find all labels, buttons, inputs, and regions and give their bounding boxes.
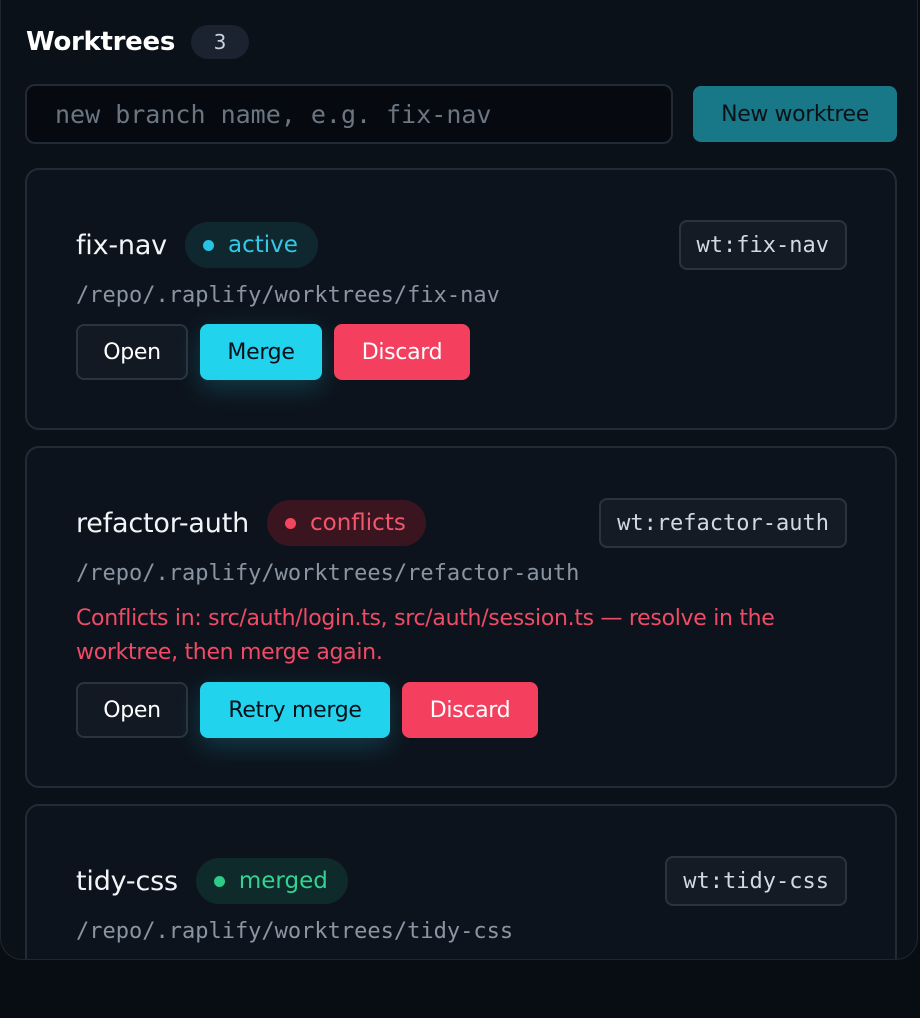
worktree-path: /repo/.raplify/worktrees/refactor-auth [76,561,580,586]
discard-button[interactable]: Discard [334,324,470,380]
status-label: conflicts [310,510,406,536]
worktree-card-header: tidy-css merged [76,858,348,904]
status-badge: conflicts [267,500,426,546]
status-dot-icon [213,875,225,887]
worktree-card-header: refactor-auth conflicts [76,500,426,546]
worktrees-panel: Worktrees 3 New worktree fix-nav active … [0,0,918,960]
worktree-name: refactor-auth [76,507,249,539]
worktree-card-fix-nav: fix-nav active wt:fix-nav /repo/.raplify… [25,168,897,430]
status-label: merged [238,868,328,894]
worktree-count-badge: 3 [191,25,250,59]
worktree-tag: wt:refactor-auth [599,498,847,548]
merge-button[interactable]: Merge [200,324,322,380]
status-dot-icon [285,517,296,529]
worktree-actions: Open Retry merge Discard [76,682,538,738]
worktree-card-tidy-css: tidy-css merged wt:tidy-css /repo/.rapli… [25,804,897,959]
worktree-name: fix-nav [76,229,167,261]
panel-header: Worktrees 3 [26,24,250,60]
status-badge: active [184,222,318,268]
conflict-message: Conflicts in: src/auth/login.ts, src/aut… [76,606,775,665]
status-dot-icon [202,239,214,251]
open-button[interactable]: Open [76,682,188,738]
status-label: active [227,232,298,258]
open-button[interactable]: Open [76,324,188,380]
status-badge: merged [195,858,348,904]
retry-merge-button[interactable]: Retry merge [200,682,390,738]
worktree-tag: wt:tidy-css [665,856,847,906]
new-worktree-button[interactable]: New worktree [693,86,897,142]
worktree-actions: Open Merge Discard [76,324,470,380]
worktree-tag: wt:fix-nav [678,220,847,270]
discard-button[interactable]: Discard [402,682,538,738]
branch-name-input[interactable] [25,84,673,144]
worktree-card-refactor-auth: refactor-auth conflicts wt:refactor-auth… [25,446,897,788]
worktree-name: tidy-css [76,865,178,897]
worktree-card-header: fix-nav active [76,222,318,268]
worktree-path: /repo/.raplify/worktrees/fix-nav [76,283,500,308]
worktree-path: /repo/.raplify/worktrees/tidy-css [76,919,514,944]
panel-title: Worktrees [26,27,176,57]
